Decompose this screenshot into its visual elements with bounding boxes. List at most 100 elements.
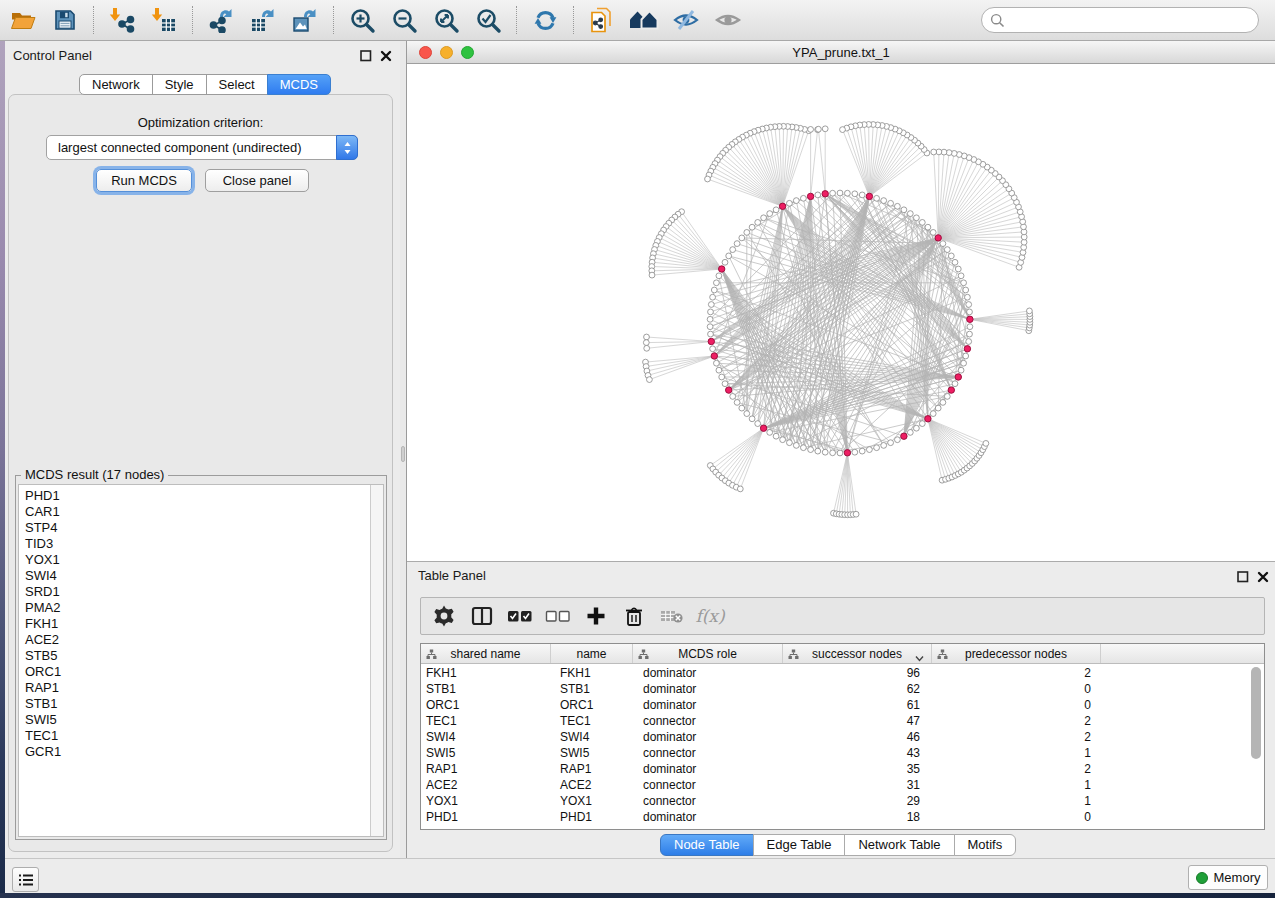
mcds-result-item[interactable]: TID3 bbox=[25, 536, 383, 552]
export-table-icon[interactable] bbox=[242, 3, 284, 37]
control-panel-tabs: NetworkStyleSelectMCDS bbox=[79, 74, 331, 95]
column-type-icon bbox=[788, 649, 799, 663]
column-header-shared-name[interactable]: shared name bbox=[421, 644, 551, 663]
tab-edge-table[interactable]: Edge Table bbox=[753, 834, 846, 856]
tab-style[interactable]: Style bbox=[152, 74, 207, 95]
mcds-result-item[interactable]: FKH1 bbox=[25, 616, 383, 632]
mcds-result-item[interactable]: RAP1 bbox=[25, 680, 383, 696]
search-field[interactable] bbox=[981, 7, 1259, 33]
mcds-result-item[interactable]: PHD1 bbox=[25, 488, 383, 504]
column-header-MCDS-role[interactable]: MCDS role bbox=[633, 644, 783, 663]
table-row[interactable]: ORC1ORC1dominator610 bbox=[421, 697, 1264, 713]
import-table-icon[interactable] bbox=[143, 3, 185, 37]
close-panel-button[interactable]: Close panel bbox=[205, 169, 309, 192]
zoom-in-icon[interactable] bbox=[341, 3, 383, 37]
mcds-result-item[interactable]: YOX1 bbox=[25, 552, 383, 568]
task-history-button[interactable] bbox=[12, 867, 39, 892]
mcds-result-item[interactable]: SRD1 bbox=[25, 584, 383, 600]
share-document-icon[interactable] bbox=[581, 3, 623, 37]
mcds-list-scrollbar[interactable] bbox=[370, 485, 383, 836]
table-cell: 1 bbox=[932, 777, 1101, 793]
table-row[interactable]: ACE2ACE2connector311 bbox=[421, 777, 1264, 793]
table-row[interactable]: PHD1PHD1dominator180 bbox=[421, 809, 1264, 825]
memory-label: Memory bbox=[1214, 870, 1261, 885]
run-mcds-button[interactable]: Run MCDS bbox=[96, 169, 192, 192]
table-row[interactable]: STB1STB1dominator620 bbox=[421, 681, 1264, 697]
table-row[interactable]: FKH1FKH1dominator962 bbox=[421, 665, 1264, 681]
function-builder-icon: f(x) bbox=[697, 603, 723, 629]
mcds-result-item[interactable]: SWI5 bbox=[25, 712, 383, 728]
add-column-icon[interactable] bbox=[583, 603, 609, 629]
mcds-result-list[interactable]: PHD1CAR1STP4TID3YOX1SWI4SRD1PMA2FKH1ACE2… bbox=[18, 484, 384, 837]
mcds-result-item[interactable]: TEC1 bbox=[25, 728, 383, 744]
tab-network-table[interactable]: Network Table bbox=[844, 834, 954, 856]
panel-splitter[interactable] bbox=[400, 41, 407, 858]
close-panel-icon[interactable] bbox=[380, 50, 392, 62]
mcds-result-item[interactable]: SWI4 bbox=[25, 568, 383, 584]
table-cell: 1 bbox=[932, 793, 1101, 809]
float-table-panel-icon[interactable] bbox=[1237, 571, 1249, 583]
table-cell: 46 bbox=[783, 729, 932, 745]
mcds-result-item[interactable]: GCR1 bbox=[25, 744, 383, 760]
import-network-icon[interactable] bbox=[101, 3, 143, 37]
table-cell: 43 bbox=[783, 745, 932, 761]
float-window-icon[interactable] bbox=[360, 50, 372, 62]
save-session-icon[interactable] bbox=[44, 3, 86, 37]
table-cell: YOX1 bbox=[551, 793, 633, 809]
search-network-icon[interactable] bbox=[623, 3, 665, 37]
column-type-icon bbox=[937, 649, 948, 663]
mcds-result-item[interactable]: ACE2 bbox=[25, 632, 383, 648]
hide-unhide-icon[interactable] bbox=[665, 3, 707, 37]
table-cell: PHD1 bbox=[551, 809, 633, 825]
mcds-result-item[interactable]: CAR1 bbox=[25, 504, 383, 520]
table-cell: RAP1 bbox=[551, 761, 633, 777]
close-table-panel-icon[interactable] bbox=[1257, 571, 1269, 583]
export-network-icon[interactable] bbox=[200, 3, 242, 37]
tab-network[interactable]: Network bbox=[79, 74, 153, 95]
splitter-grip[interactable] bbox=[401, 446, 405, 462]
main-toolbar bbox=[0, 0, 1275, 41]
memory-button[interactable]: Memory bbox=[1188, 865, 1268, 890]
table-cell: YOX1 bbox=[421, 793, 551, 809]
open-session-icon[interactable] bbox=[2, 3, 44, 37]
mcds-result-item[interactable]: STP4 bbox=[25, 520, 383, 536]
export-image-icon[interactable] bbox=[284, 3, 326, 37]
tab-mcds[interactable]: MCDS bbox=[267, 74, 331, 95]
table-scrollbar[interactable] bbox=[1251, 667, 1262, 827]
mcds-result-item[interactable]: PMA2 bbox=[25, 600, 383, 616]
show-all-columns-icon[interactable] bbox=[507, 603, 533, 629]
dropdown-value: largest connected component (undirected) bbox=[58, 140, 302, 155]
table-row[interactable]: SWI5SWI5connector431 bbox=[421, 745, 1264, 761]
zoom-out-icon[interactable] bbox=[383, 3, 425, 37]
table-row[interactable]: YOX1YOX1connector291 bbox=[421, 793, 1264, 809]
column-header-successor-nodes[interactable]: successor nodes bbox=[783, 644, 932, 663]
network-title: YPA_prune.txt_1 bbox=[407, 45, 1275, 60]
show-graphics-icon[interactable] bbox=[707, 3, 749, 37]
optimization-criterion-dropdown[interactable]: largest connected component (undirected) bbox=[46, 135, 358, 160]
table-tabs: Node TableEdge TableNetwork TableMotifs bbox=[660, 834, 1016, 856]
tab-motifs[interactable]: Motifs bbox=[954, 834, 1017, 856]
split-panel-icon[interactable] bbox=[469, 603, 495, 629]
desktop-wallpaper-bottom-edge bbox=[0, 893, 1275, 898]
tab-select[interactable]: Select bbox=[206, 74, 268, 95]
network-canvas[interactable] bbox=[407, 64, 1275, 561]
table-row[interactable]: RAP1RAP1dominator352 bbox=[421, 761, 1264, 777]
search-input[interactable] bbox=[1005, 10, 1258, 30]
table-cell: dominator bbox=[633, 809, 783, 825]
table-row[interactable]: TEC1TEC1connector472 bbox=[421, 713, 1264, 729]
refresh-icon[interactable] bbox=[524, 3, 566, 37]
column-header-predecessor-nodes[interactable]: predecessor nodes bbox=[932, 644, 1101, 663]
mcds-result-item[interactable]: STB1 bbox=[25, 696, 383, 712]
tab-node-table[interactable]: Node Table bbox=[660, 834, 754, 856]
zoom-fit-icon[interactable] bbox=[425, 3, 467, 37]
hide-all-columns-icon[interactable] bbox=[545, 603, 571, 629]
table-row[interactable]: SWI4SWI4dominator462 bbox=[421, 729, 1264, 745]
table-cell: connector bbox=[633, 745, 783, 761]
mcds-result-item[interactable]: STB5 bbox=[25, 648, 383, 664]
table-cell: ACE2 bbox=[421, 777, 551, 793]
table-settings-icon[interactable] bbox=[431, 603, 457, 629]
zoom-selected-icon[interactable] bbox=[467, 3, 509, 37]
mcds-result-item[interactable]: ORC1 bbox=[25, 664, 383, 680]
delete-column-icon[interactable] bbox=[621, 603, 647, 629]
column-header-name[interactable]: name bbox=[551, 644, 633, 663]
